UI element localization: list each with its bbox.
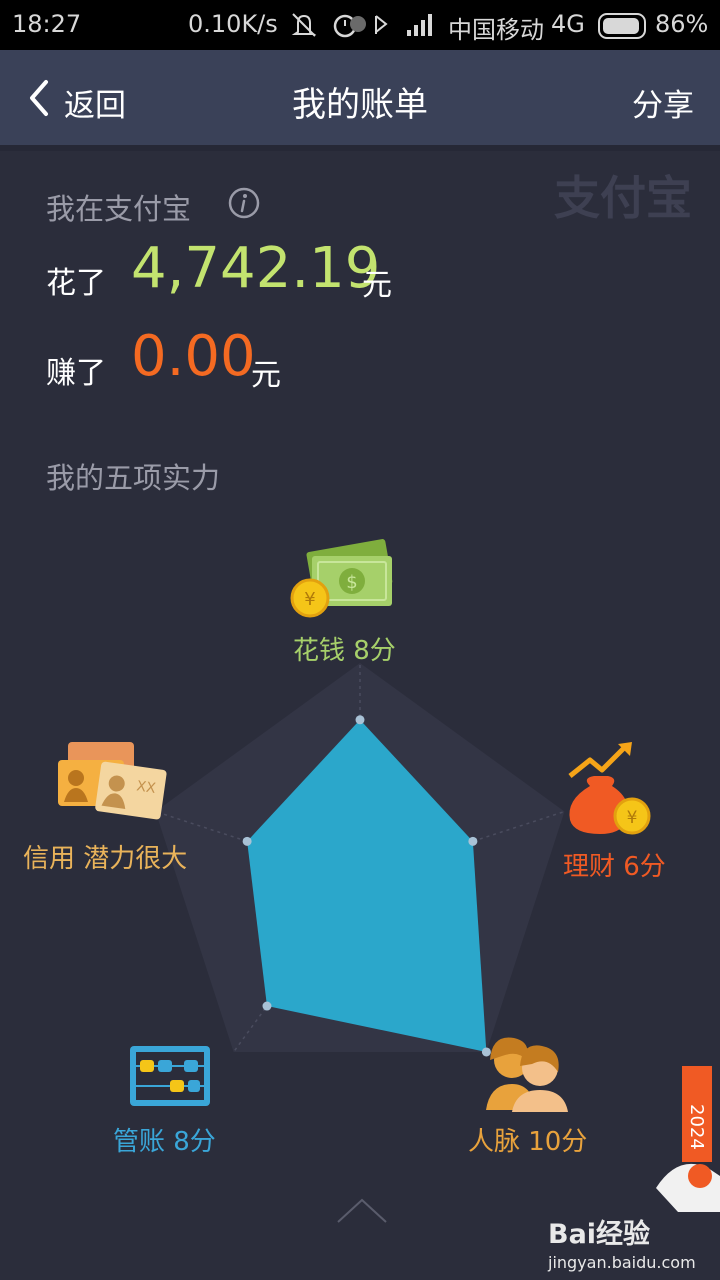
bill-screen: 18:27 0.10K/s 中国移动 4G 86% 返回 我的账单 分享 我在支…	[0, 0, 720, 1280]
status-carrier: 中国移动	[448, 16, 544, 44]
radar-point-bookkeeping	[262, 1001, 272, 1011]
spending-label: 花钱 8分	[293, 636, 396, 666]
spent-amount: 4,742.19	[131, 236, 381, 301]
svg-text:$: $	[346, 572, 357, 593]
svg-text:¥: ¥	[627, 808, 638, 828]
alipay-logo: 支付宝	[554, 171, 692, 224]
status-bar: 18:27 0.10K/s 中国移动 4G 86%	[0, 0, 720, 50]
baidu-watermark: Bai经验 jingyan.baidu.com	[548, 1212, 696, 1272]
watermark-url: jingyan.baidu.com	[548, 1253, 696, 1272]
svg-text:2024: 2024	[686, 1104, 707, 1150]
earned-label: 赚了	[46, 356, 106, 391]
info-icon[interactable]	[227, 186, 261, 220]
battery-icon	[598, 13, 646, 39]
earned-unit: 元	[251, 358, 281, 393]
money-bag-icon: ¥	[568, 742, 651, 835]
alarm-icon	[333, 14, 366, 38]
svg-text:¥: ¥	[304, 589, 315, 610]
page-title: 我的账单	[292, 85, 428, 125]
status-network-speed: 0.10K/s	[188, 10, 278, 38]
money-icon: $ ¥	[290, 539, 393, 618]
network-label: 人脉 10分	[468, 1127, 588, 1157]
bookkeeping-label: 管账 8分	[113, 1127, 216, 1157]
share-button[interactable]: 分享	[632, 80, 694, 125]
signal-icon	[407, 14, 432, 36]
spent-label: 花了	[46, 266, 106, 301]
radar-point-spending	[355, 715, 365, 725]
earned-amount: 0.00	[131, 324, 256, 389]
rocket-icon: 2024	[656, 1066, 720, 1212]
nav-divider	[0, 145, 720, 151]
svg-text:支付宝: 支付宝	[554, 171, 692, 224]
credit-label: 信用 潜力很大	[23, 844, 188, 874]
abacus-icon	[130, 1046, 210, 1106]
people-icon	[486, 1037, 568, 1112]
radar-point-finance	[468, 836, 478, 846]
radar-point-credit	[242, 836, 252, 846]
chevron-up-icon[interactable]	[336, 1196, 388, 1224]
mute-icon	[291, 13, 317, 37]
finance-label: 理财 6分	[563, 852, 666, 882]
watermark-brand: Bai经验	[548, 1219, 651, 1250]
summary-label: 我在支付宝	[46, 192, 192, 226]
status-network-type: 4G	[551, 10, 585, 38]
svg-text:XX: XX	[135, 778, 157, 797]
abilities-title: 我的五项实力	[46, 461, 221, 495]
spent-unit: 元	[362, 268, 392, 303]
status-time: 18:27	[12, 10, 82, 38]
sync-icon	[375, 15, 388, 34]
status-battery: 86%	[655, 10, 709, 38]
id-cards-icon: XX	[58, 742, 167, 820]
nav-bar: 返回 我的账单 分享	[0, 50, 720, 145]
